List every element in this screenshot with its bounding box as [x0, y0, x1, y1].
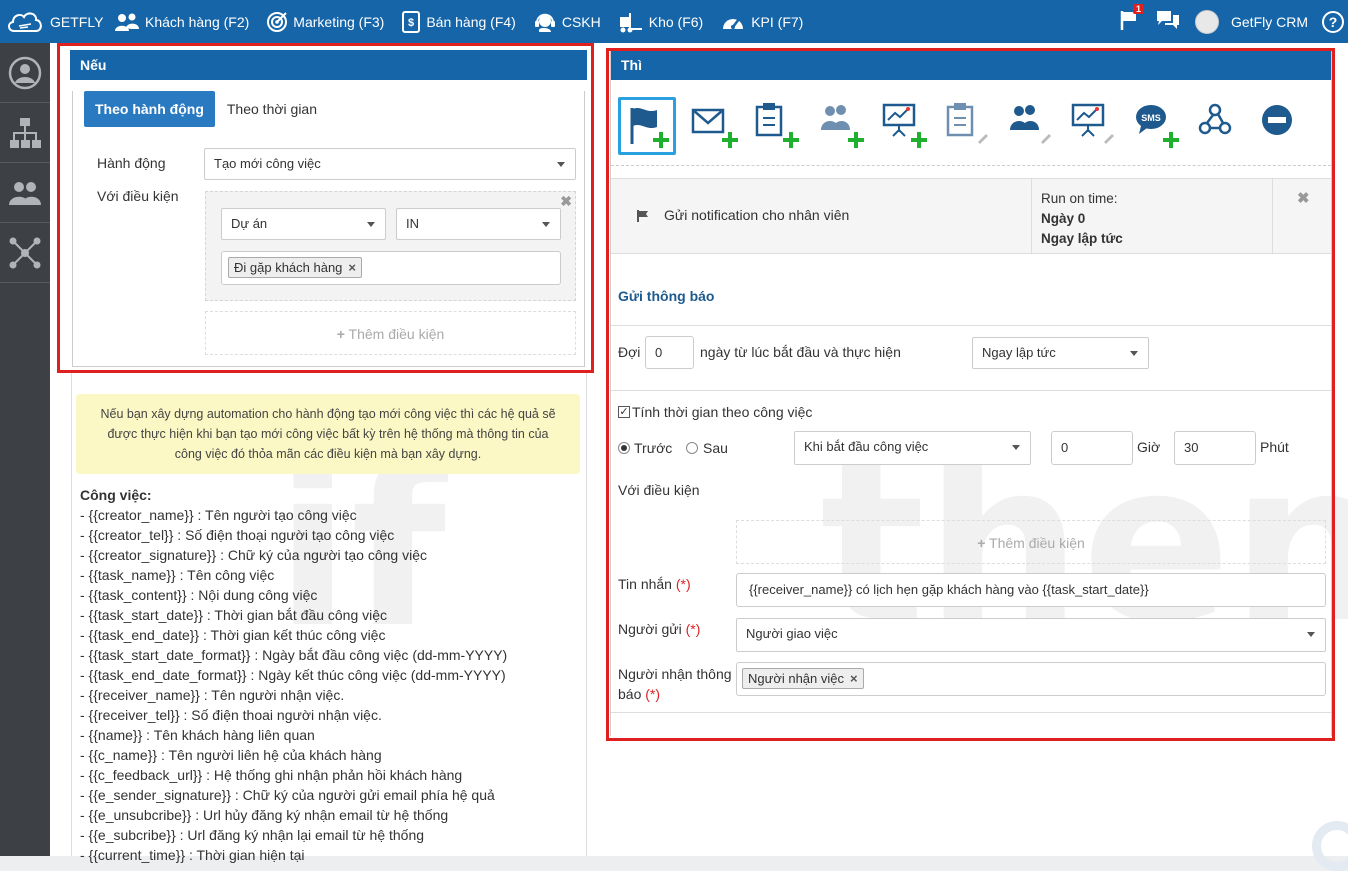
- sidebar-item-automation[interactable]: [0, 223, 50, 283]
- sidebar-item-groups[interactable]: [0, 163, 50, 223]
- network-icon: [9, 237, 41, 268]
- headset-icon: [534, 13, 555, 32]
- group-icon: [9, 181, 41, 205]
- info-box: Nếu bạn xây dựng automation cho hành độn…: [76, 394, 580, 474]
- variable-item: - {{name}} : Tên khách hàng liên quan: [80, 727, 315, 743]
- nav-marketing[interactable]: Marketing (F3): [266, 11, 384, 33]
- nav-label: Khách hàng (F2): [145, 13, 250, 30]
- variable-item: - {{creator_signature}} : Chữ ký của ngư…: [80, 547, 428, 563]
- nav-sales[interactable]: $ Bán hàng (F4): [401, 10, 516, 34]
- user-icon: [8, 56, 42, 89]
- notification-flag[interactable]: 1: [1119, 4, 1144, 34]
- corner-decoration: [1312, 821, 1348, 871]
- org-chart-icon: [10, 117, 41, 148]
- variable-item: - {{receiver_tel}} : Số điện thoai người…: [80, 707, 382, 723]
- left-sidebar: [0, 43, 50, 856]
- avatar[interactable]: [1195, 9, 1219, 34]
- then-highlight-frame: [606, 48, 1335, 741]
- nav-label: KPI (F7): [751, 13, 804, 30]
- nav-customers[interactable]: Khách hàng (F2): [114, 12, 249, 32]
- vars-divider-left: [71, 373, 72, 856]
- main-content: if then Nếu Theo hành động Theo thời gia…: [50, 43, 1348, 871]
- nav-label: Bán hàng (F4): [426, 13, 516, 30]
- template-variables: Công việc: - {{creator_name}} : Tên ngườ…: [80, 485, 507, 865]
- gauge-icon: [723, 17, 744, 29]
- variable-item: - {{task_start_date}} : Thời gian bắt đầ…: [80, 607, 388, 623]
- variable-item: - {{e_unsubcribe}} : Url hủy đăng ký nhậ…: [80, 807, 449, 823]
- nav-cskh[interactable]: CSKH: [533, 10, 601, 34]
- main-nav: Khách hàng (F2) Marketing (F3) $ Bán hàn…: [114, 0, 820, 43]
- account-name[interactable]: GetFly CRM: [1231, 14, 1308, 30]
- nav-label: Kho (F6): [648, 13, 704, 30]
- cloud-logo-icon: [8, 11, 42, 32]
- nav-label: CSKH: [561, 13, 601, 30]
- variable-item: - {{task_start_date_format}} : Ngày bắt …: [80, 647, 508, 663]
- topbar-right: 1 GetFly CRM ?: [1119, 0, 1348, 43]
- variable-item: - {{creator_name}} : Tên người tạo công …: [80, 507, 357, 523]
- chat-icon: [1157, 11, 1179, 29]
- chat-button[interactable]: [1155, 8, 1181, 35]
- sidebar-item-profile[interactable]: [0, 43, 50, 103]
- variable-item: - {{c_feedback_url}} : Hệ thống ghi nhận…: [80, 767, 463, 783]
- variable-item: - {{task_end_date}} : Thời gian kết thúc…: [80, 627, 386, 643]
- variable-item: - {{e_sender_signature}} : Chữ ký của ng…: [80, 787, 495, 803]
- target-icon: [267, 11, 288, 32]
- nav-warehouse[interactable]: Kho (F6): [618, 11, 703, 33]
- variable-item: - {{current_time}} : Thời gian hiện tại: [80, 847, 305, 863]
- svg-text:$: $: [408, 17, 414, 29]
- notification-badge: 1: [1132, 4, 1144, 14]
- brand-logo[interactable]: GETFLY: [6, 7, 114, 37]
- top-navbar: GETFLY Khách hàng (F2) Marketing (F3) $ …: [0, 0, 1348, 43]
- variable-item: - {{e_subcribe}} : Url đăng ký nhận lại …: [80, 827, 425, 843]
- receipt-icon: $: [402, 10, 421, 33]
- nav-kpi[interactable]: KPI (F7): [720, 11, 803, 33]
- forklift-icon: [619, 12, 642, 32]
- variable-item: - {{c_name}} : Tên người liên hệ của khá…: [80, 747, 382, 763]
- sidebar-item-org[interactable]: [0, 103, 50, 163]
- variable-item: - {{receiver_name}} : Tên người nhận việ…: [80, 687, 345, 703]
- nav-label: Marketing (F3): [293, 13, 385, 30]
- variable-item: - {{task_name}} : Tên công việc: [80, 567, 275, 583]
- variable-item: - {{task_content}} : Nội dung công việc: [80, 587, 318, 603]
- brand-name: GETFLY: [50, 13, 104, 30]
- help-icon[interactable]: ?: [1322, 10, 1344, 33]
- users-icon: [115, 13, 139, 31]
- variables-heading: Công việc:: [80, 487, 152, 503]
- if-highlight-frame: [57, 43, 594, 373]
- variable-item: - {{task_end_date_format}} : Ngày kết th…: [80, 667, 506, 683]
- variable-item: - {{creator_tel}} : Số điện thoại người …: [80, 527, 395, 543]
- vars-divider-right: [586, 373, 587, 856]
